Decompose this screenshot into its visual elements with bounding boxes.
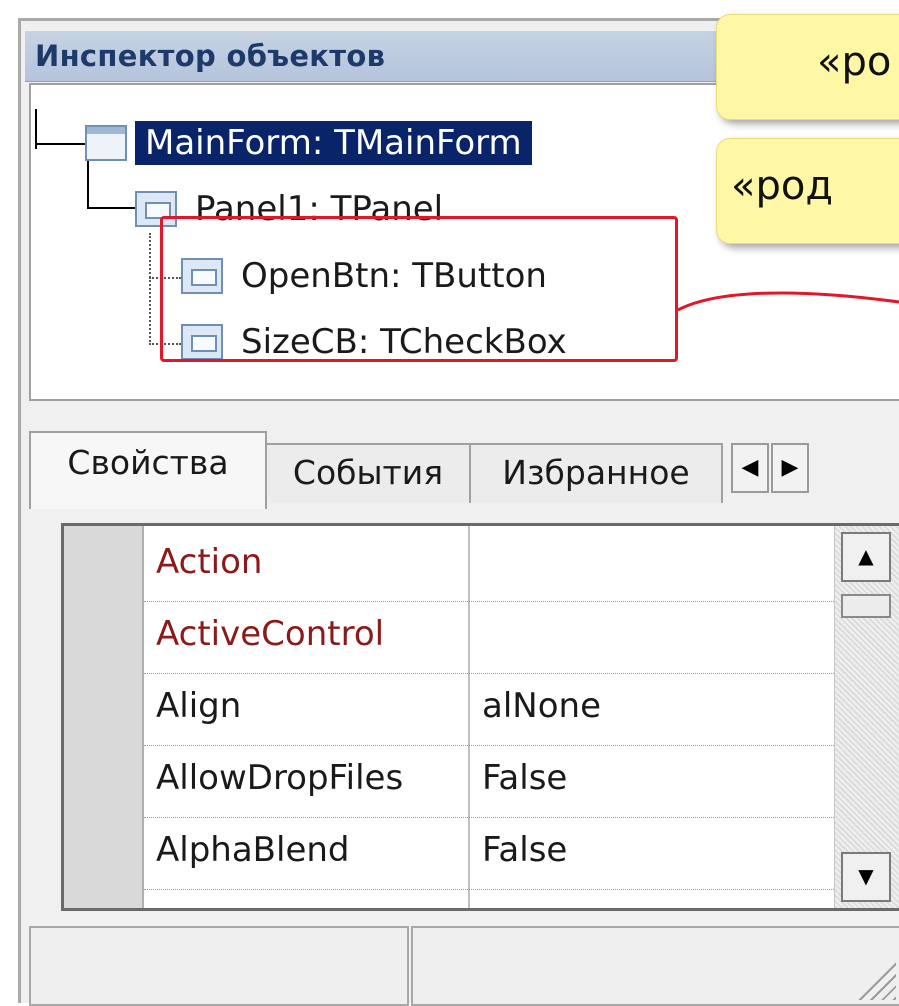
property-name: Align: [156, 686, 242, 726]
tab-favorites[interactable]: Избранное: [469, 443, 723, 503]
vertical-scrollbar[interactable]: ▲ ▼: [834, 526, 899, 908]
tree-item-mainform[interactable]: MainForm: TMainForm: [85, 115, 532, 171]
property-name: Action: [156, 542, 263, 582]
tab-scroll-left-button[interactable]: ◀: [731, 443, 769, 493]
tab-properties[interactable]: Свойства: [29, 431, 267, 509]
tree-item-label: MainForm: TMainForm: [135, 121, 532, 165]
triangle-left-icon: ◀: [741, 455, 759, 480]
property-grid: Action ActiveControl Align alNone AllowD…: [61, 523, 899, 911]
inspector-tabs: Свойства События Избранное ◀ ▶: [29, 421, 899, 513]
children-highlight-box: [160, 216, 678, 362]
property-name: AlphaBlend: [156, 830, 350, 870]
property-row-activecontrol[interactable]: ActiveControl: [144, 602, 834, 674]
status-panel-left: [29, 926, 409, 1006]
status-panel-right: [411, 926, 899, 1006]
grid-gutter: [64, 526, 144, 908]
scroll-up-button[interactable]: ▲: [841, 532, 891, 582]
resize-grip-icon[interactable]: [856, 960, 896, 1000]
triangle-up-icon: ▲: [858, 544, 874, 568]
callout-text: «род: [731, 163, 833, 209]
scroll-down-button[interactable]: ▼: [841, 852, 891, 902]
property-value[interactable]: False: [482, 830, 567, 870]
property-name: AllowDropFiles: [156, 758, 404, 798]
triangle-down-icon: ▼: [858, 864, 874, 888]
property-row-allowdropfiles[interactable]: AllowDropFiles False: [144, 746, 834, 818]
property-name: ActiveControl: [156, 614, 385, 654]
property-row-align[interactable]: Align alNone: [144, 674, 834, 746]
property-row-action[interactable]: Action: [144, 530, 834, 602]
callout-note: «род: [716, 138, 899, 244]
property-value[interactable]: alNone: [482, 686, 601, 726]
scroll-thumb[interactable]: [841, 594, 891, 618]
callout-text: «ро: [817, 39, 892, 85]
form-icon: [85, 125, 127, 161]
property-row-alphablend[interactable]: AlphaBlend False: [144, 818, 834, 890]
tab-events[interactable]: События: [265, 443, 471, 503]
status-bar: [29, 926, 899, 1006]
tab-scroll-right-button[interactable]: ▶: [771, 443, 809, 493]
property-value[interactable]: False: [482, 758, 567, 798]
callout-note: «ро: [716, 14, 899, 120]
window-title: Инспектор объектов: [35, 39, 386, 73]
connector-line: [677, 291, 899, 312]
triangle-right-icon: ▶: [781, 455, 799, 480]
